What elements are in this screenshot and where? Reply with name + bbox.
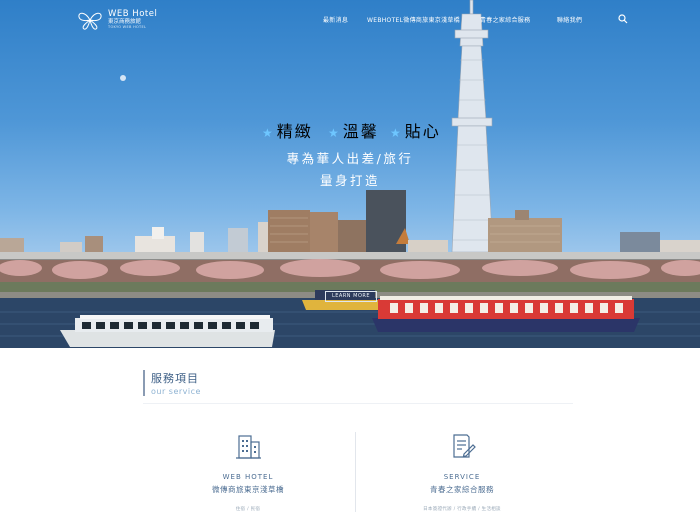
card-subtitle: 微傳商旅東京淺草橋	[212, 485, 284, 494]
hero-headline-line1: 專為華人出差/旅行	[286, 151, 414, 166]
nav-item-contact[interactable]: 聯絡我們	[557, 15, 582, 24]
learn-more-sign[interactable]: LEARN MORE	[325, 291, 377, 302]
card-divider	[355, 432, 356, 512]
nav-item-webhotel[interactable]: WEBHOTEL微傳商旅東京淺草橋	[367, 15, 460, 24]
section-subtitle: our service	[151, 387, 201, 396]
card-title: SERVICE	[443, 473, 481, 481]
tagline-text-1: 精緻	[276, 122, 313, 141]
tagline-text-2: 溫馨	[342, 122, 379, 141]
card-description: 住宿 / 民宿	[235, 507, 261, 512]
nav-links: 最新消息 WEBHOTEL微傳商旅東京淺草橋 青春之家綜合服務 聯絡我們	[0, 15, 700, 27]
star-icon: ★	[262, 126, 275, 140]
hero-headline-line2: 量身打造	[319, 173, 380, 188]
nav-item-services[interactable]: 青春之家綜合服務	[480, 15, 530, 24]
card-description: 日本簽證代辦 / 行政手續 / 生活相談	[423, 507, 501, 512]
learn-more-label: LEARN MORE	[331, 293, 371, 299]
search-icon[interactable]	[618, 14, 628, 24]
tagline-item-1: ★ 精緻	[262, 118, 313, 142]
card-title: WEB HOTEL	[222, 473, 274, 481]
section-divider	[143, 403, 573, 404]
building-icon	[236, 435, 261, 459]
nav-item-news[interactable]: 最新消息	[323, 15, 348, 24]
section-title: 服務項目	[151, 372, 199, 385]
section-accent-bar	[143, 370, 145, 396]
hero-tagline: ★ 精緻 ★ 溫馨 ★ 貼心	[262, 118, 452, 142]
service-card-webhotel[interactable]: WEB HOTEL 微傳商旅東京淺草橋 住宿 / 民宿	[148, 432, 348, 512]
tagline-item-2: ★ 溫馨	[328, 118, 379, 142]
tagline-text-3: 貼心	[404, 122, 441, 141]
tagline-item-3: ★ 貼心	[390, 118, 441, 142]
star-icon: ★	[328, 126, 341, 140]
document-edit-icon	[453, 434, 476, 458]
hero-banner: LEARN MORE WEB Hotel 東京商務旅館 TOKYO WEB HO…	[0, 0, 700, 348]
star-icon: ★	[390, 126, 403, 140]
service-card-service[interactable]: SERVICE 青春之家綜合服務 日本簽證代辦 / 行政手續 / 生活相談	[362, 432, 562, 512]
top-navigation: WEB Hotel 東京商務旅館 TOKYO WEB HOTEL 最新消息 WE…	[0, 0, 700, 40]
card-subtitle: 青春之家綜合服務	[430, 485, 494, 494]
